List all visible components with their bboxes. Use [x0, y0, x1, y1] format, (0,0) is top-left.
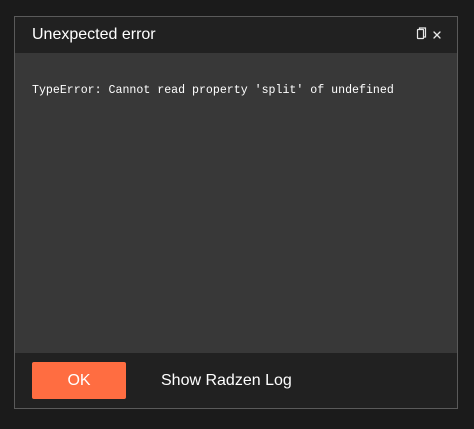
dialog-header: Unexpected error — [15, 17, 457, 53]
error-message: TypeError: Cannot read property 'split' … — [32, 84, 394, 97]
copy-icon[interactable] — [413, 26, 429, 44]
error-dialog: Unexpected error TypeError: Cannot read … — [14, 16, 458, 409]
dialog-footer: OK Show Radzen Log — [15, 353, 457, 408]
show-log-button[interactable]: Show Radzen Log — [145, 362, 308, 399]
close-icon[interactable] — [429, 26, 445, 44]
dialog-title: Unexpected error — [32, 26, 156, 43]
ok-button[interactable]: OK — [32, 362, 126, 399]
dialog-content: TypeError: Cannot read property 'split' … — [15, 53, 457, 353]
